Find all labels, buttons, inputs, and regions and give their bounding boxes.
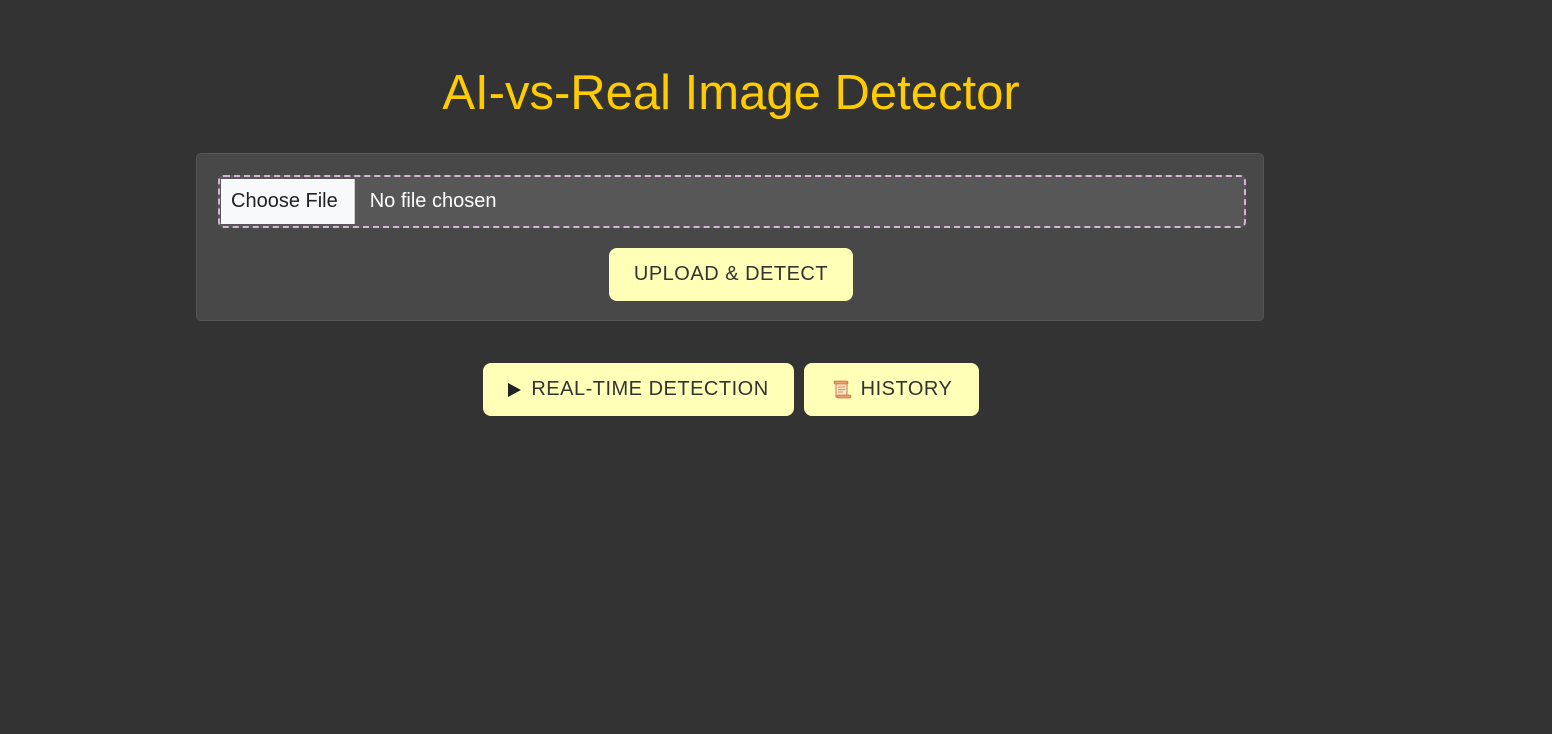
page-title: AI-vs-Real Image Detector xyxy=(442,66,1020,120)
scroll-icon xyxy=(831,379,853,401)
realtime-detection-button[interactable]: REAL-TIME DETECTION xyxy=(483,363,794,416)
page: AI-vs-Real Image Detector Choose File No… xyxy=(0,0,1552,734)
upload-detect-button[interactable]: UPLOAD & DETECT xyxy=(609,248,853,301)
upload-card: Choose File No file chosen UPLOAD & DETE… xyxy=(196,153,1264,321)
realtime-detection-label: REAL-TIME DETECTION xyxy=(531,378,769,400)
upload-detect-label: UPLOAD & DETECT xyxy=(633,263,829,285)
history-label: HISTORY xyxy=(860,378,953,400)
choose-file-button[interactable]: Choose File xyxy=(221,179,355,224)
history-button[interactable]: HISTORY xyxy=(804,363,979,416)
file-status-text: No file chosen xyxy=(369,190,497,212)
play-icon xyxy=(508,383,522,397)
file-input[interactable]: Choose File No file chosen xyxy=(218,175,1246,228)
